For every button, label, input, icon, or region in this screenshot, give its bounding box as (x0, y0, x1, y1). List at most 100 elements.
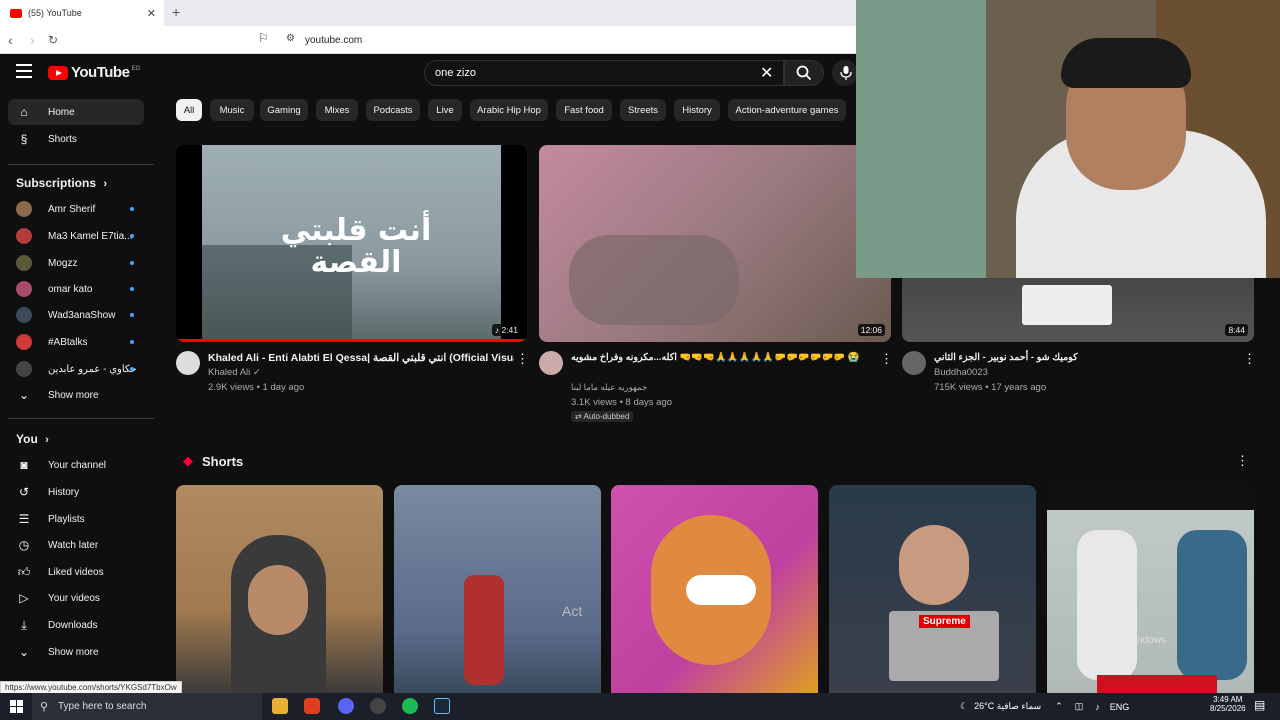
sidebar-item-label: Mogzz (48, 257, 78, 269)
subscriptions-heading[interactable]: Subscriptions › (16, 176, 107, 190)
short-mouth (686, 575, 756, 605)
back-icon[interactable]: ‹ (8, 32, 13, 48)
sidebar-item-label: Your channel (48, 459, 107, 471)
chip-history[interactable]: History (674, 99, 720, 121)
chip-gaming[interactable]: Gaming (260, 99, 308, 121)
sidebar-item-sub-ma3-kamel[interactable]: Ma3 Kamel E7tia... (8, 223, 144, 249)
short-thumbnail[interactable] (176, 485, 383, 695)
sidebar-item-your-channel[interactable]: ◙ Your channel (8, 452, 144, 478)
site-info-icon[interactable]: ⚙ (286, 33, 295, 44)
sidebar-item-liked-videos[interactable]: 👍︎ Liked videos (8, 559, 144, 585)
sidebar-item-your-videos[interactable]: ▷ Your videos (8, 585, 144, 611)
thumbnail-text: أنت قلبتي القصة (280, 213, 432, 280)
video-title[interactable]: اكله...مكرونه وفراخ مشويه 🤜🤜🤜🙏🙏🙏🙏🙏🤛🤛🤛🤛🤛🤛… (571, 351, 871, 365)
channel-avatar[interactable] (176, 351, 200, 375)
obs-icon[interactable] (370, 698, 386, 714)
reload-icon[interactable]: ↻ (48, 33, 58, 47)
search-button[interactable] (784, 60, 824, 86)
search-box[interactable] (424, 60, 784, 86)
sidebar-item-sub-wad3anashow[interactable]: Wad3anaShow (8, 302, 144, 328)
chip-arabic-hip-hop[interactable]: Arabic Hip Hop (470, 99, 548, 121)
short-thumbnail[interactable]: Activate Windows (1047, 485, 1254, 695)
notifications-icon[interactable]: ▤ (1254, 698, 1265, 712)
chip-all[interactable]: All (176, 99, 202, 121)
volume-icon[interactable]: ♪ (1095, 702, 1100, 712)
language-indicator[interactable]: ENG (1110, 702, 1130, 712)
short-thumbnail[interactable]: Supreme (829, 485, 1036, 695)
sidebar-item-subs-show-more[interactable]: ⌄ Show more (8, 382, 144, 408)
taskbar-clock[interactable]: 3:49 AM 8/25/2026 (1210, 695, 1246, 713)
file-explorer-icon[interactable] (272, 698, 288, 714)
steam-icon[interactable] (434, 698, 450, 714)
brave-browser-icon[interactable] (304, 698, 320, 714)
new-content-dot (130, 313, 134, 317)
forward-icon[interactable]: › (30, 32, 35, 48)
channel-name[interactable]: Khaled Ali ✓ (208, 367, 261, 378)
channel-avatar[interactable] (539, 351, 563, 375)
sidebar-item-sub-omar-kato[interactable]: omar kato (8, 276, 144, 302)
chip-streets[interactable]: Streets (620, 99, 666, 121)
weather-text[interactable]: 26°C سماء صافية (974, 701, 1041, 712)
badge-text: Auto-dubbed (583, 412, 630, 421)
sidebar-item-playlists[interactable]: ☰ Playlists (8, 506, 144, 532)
bookmark-icon[interactable]: ⚐ (258, 31, 269, 45)
more-options-icon[interactable]: ⋮ (1243, 351, 1256, 367)
chip-podcasts[interactable]: Podcasts (366, 99, 420, 121)
sidebar-item-watch-later[interactable]: ◷ Watch later (8, 532, 144, 558)
sidebar-item-sub-abtalks[interactable]: #ABtalks (8, 329, 144, 355)
taskbar-search[interactable]: ⚲ Type here to search (32, 693, 262, 720)
sidebar-item-label: Your videos (48, 592, 100, 604)
chevron-up-icon[interactable]: ⌃ (1055, 701, 1063, 712)
clear-search-icon[interactable]: ✕ (760, 63, 773, 83)
menu-icon[interactable] (16, 64, 32, 78)
discord-icon[interactable] (338, 698, 354, 714)
network-icon[interactable]: ◫ (1075, 701, 1084, 712)
chip-action-adventure-games[interactable]: Action-adventure games (728, 99, 846, 121)
search-input[interactable] (435, 67, 735, 79)
you-heading[interactable]: You › (16, 432, 49, 446)
chip-music[interactable]: Music (210, 99, 254, 121)
url-text[interactable]: youtube.com (305, 35, 362, 46)
video-thumbnail[interactable]: 12:06 (539, 145, 891, 342)
sidebar-item-sub-hakawy[interactable]: حكاوي - عمرو عابدين (8, 356, 144, 382)
chip-live[interactable]: Live (428, 99, 462, 121)
video-thumbnail[interactable]: أنت قلبتي القصة ♪ 2:41 (176, 145, 527, 342)
chip-fast-food[interactable]: Fast food (556, 99, 612, 121)
spotify-icon[interactable] (402, 698, 418, 714)
channel-name[interactable]: Buddha0023 (934, 367, 988, 378)
you-title: You (16, 432, 38, 446)
shorts-icon: § (20, 132, 28, 146)
webcam-overlay (856, 0, 1280, 278)
sidebar-item-shorts[interactable]: § Shorts (8, 126, 144, 152)
sidebar-item-downloads[interactable]: ⤓ Downloads (8, 612, 144, 638)
more-options-icon[interactable]: ⋮ (880, 351, 893, 367)
channel-name-text: Khaled Ali (208, 367, 251, 378)
sidebar-item-sub-mogzz[interactable]: Mogzz (8, 250, 144, 276)
chip-mixes[interactable]: Mixes (316, 99, 358, 121)
sidebar-item-label: History (48, 486, 80, 498)
thumbs-up-icon: 👍︎ (17, 564, 31, 579)
chevron-down-icon: ⌄ (18, 388, 30, 402)
sidebar-item-history[interactable]: ↺ History (8, 479, 144, 505)
shorts-more-options-icon[interactable]: ⋮ (1236, 453, 1249, 469)
video-title[interactable]: كوميك شو - أحمد نوبير - الجزء الثاني (934, 351, 1234, 365)
sidebar-item-home[interactable]: ⌂ Home (8, 99, 144, 125)
windows-start-icon[interactable] (10, 700, 23, 713)
channel-avatar[interactable] (902, 351, 926, 375)
more-options-icon[interactable]: ⋮ (516, 351, 529, 367)
avatar (16, 228, 32, 244)
video-title[interactable]: Khaled Ali - Enti Alabti El Qessa| انتي … (208, 351, 514, 365)
avatar (16, 334, 32, 350)
short-thumbnail[interactable] (611, 485, 818, 695)
new-tab-button[interactable]: + (172, 4, 180, 20)
browser-tab[interactable]: (55) YouTube ✕ (0, 0, 164, 26)
close-tab-icon[interactable]: ✕ (147, 7, 156, 20)
sidebar-item-you-show-more[interactable]: ⌄ Show more (8, 639, 144, 665)
channel-name[interactable]: جمهوريه عيله ماما لبنا (571, 382, 647, 393)
microphone-icon (840, 66, 852, 80)
short-thumbnail[interactable]: Act (394, 485, 601, 695)
sidebar-item-sub-amr-sherif[interactable]: Amr Sherif (8, 196, 144, 222)
video-icon: ▷ (19, 591, 29, 605)
youtube-logo[interactable]: YouTube EG (48, 64, 140, 81)
voice-search-button[interactable] (832, 60, 858, 86)
